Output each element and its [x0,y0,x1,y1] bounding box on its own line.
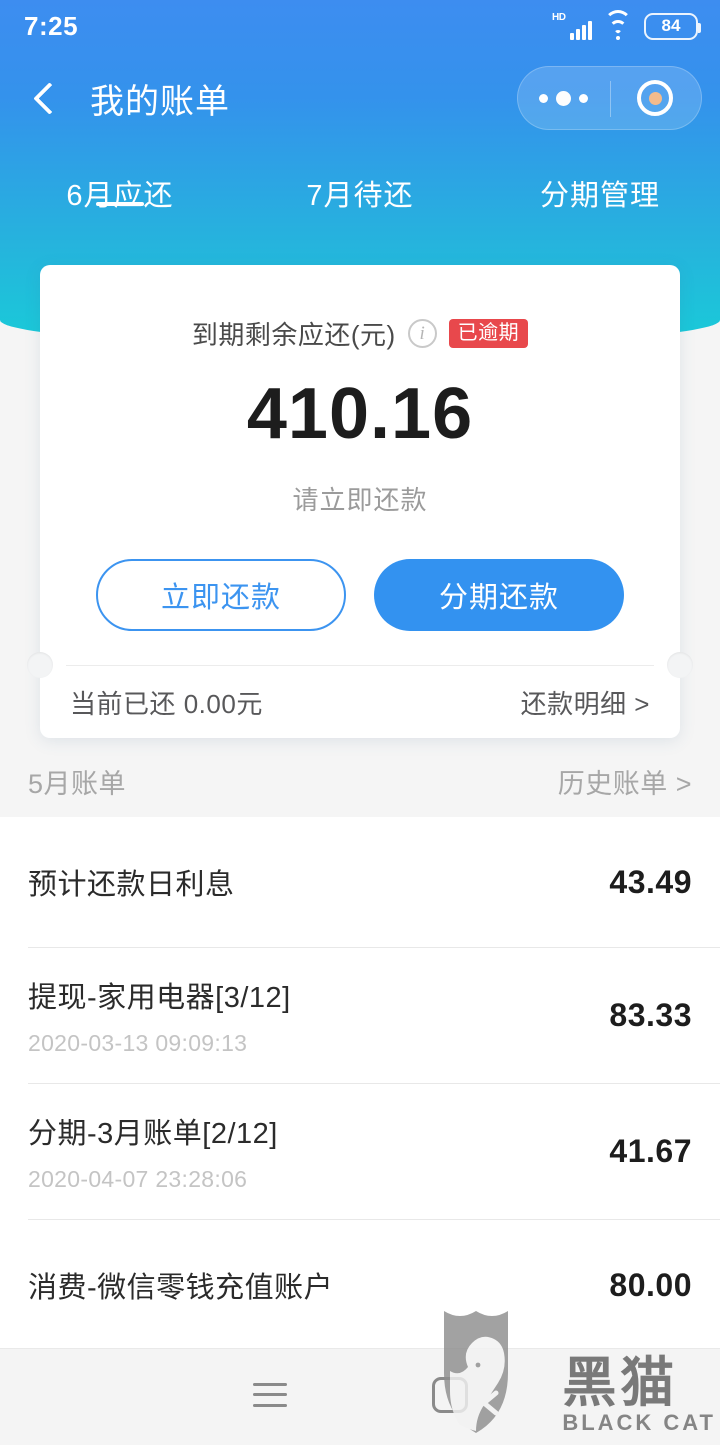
mini-program-target-icon [637,80,674,116]
amount-label-row: 到期剩余应还(元) i 已逾期 [40,315,680,352]
due-amount: 410.16 [246,374,474,454]
bill-section-header: 5月账单 历史账单 > [0,745,720,817]
bill-item-date: 2020-03-13 09:09:13 [28,1030,248,1056]
table-row[interactable]: 消费-微信零钱充值账户 80.00 [0,1220,720,1350]
close-mini-program-button[interactable] [610,80,702,116]
menu-icon [253,1382,287,1407]
more-dots-icon [539,90,589,106]
repaid-amount-text: 当前已还 0.00元 [70,688,263,719]
repayment-summary-card: 到期剩余应还(元) i 已逾期 410.16 请立即还款 立即还款 分期还款 当… [27,265,693,738]
hd-label: HD [552,11,566,23]
home-button[interactable] [360,1376,540,1413]
table-row[interactable]: 提现-家用电器[3/12] 2020-03-13 09:09:13 83.33 [0,948,720,1083]
table-row[interactable]: 预计还款日利息 43.49 [0,817,720,947]
more-dots-button[interactable] [518,90,610,106]
repay-now-button[interactable]: 立即还款 [96,559,346,631]
bill-item-amount: 41.67 [609,1133,692,1169]
tab-bar: 6月应还 7月待还 分期管理 [0,150,720,242]
tab-label: 分期管理 [539,180,660,212]
bill-item-date: 2020-04-07 23:28:06 [28,1166,248,1192]
bill-item-amount: 83.33 [609,997,692,1033]
tab-instalment-management[interactable]: 分期管理 [480,150,720,214]
status-badge: 已逾期 [448,319,529,348]
info-circle-icon[interactable]: i [407,319,437,348]
signal-icon: HD [552,11,592,40]
amount-label: 到期剩余应还(元) [191,320,396,350]
repayment-hint: 请立即还款 [292,485,428,515]
nav-bar: 我的账单 [0,52,720,144]
instalment-repay-button[interactable]: 分期还款 [374,559,624,631]
bill-item-title: 预计还款日利息 [28,869,235,901]
history-bills-link[interactable]: 历史账单 > [558,762,692,801]
bill-list: 预计还款日利息 43.49 提现-家用电器[3/12] 2020-03-13 0… [0,817,720,1440]
action-button-row: 立即还款 分期还款 [40,559,680,631]
capsule-divider [609,81,611,117]
tab-active-underline [96,202,144,206]
battery-level: 84 [661,16,681,35]
bill-item-title: 消费-微信零钱充值账户 [28,1272,334,1304]
mini-program-capsule[interactable] [517,66,702,130]
page-title: 我的账单 [90,82,230,121]
battery-icon: 84 [644,12,701,40]
ticket-notch-right [667,652,693,678]
repayment-detail-link[interactable]: 还款明细 > [521,684,650,721]
status-bar-icons: HD 84 [552,9,701,40]
tab-label: 6月应还 [66,180,174,212]
bill-item-amount: 43.49 [609,863,692,900]
card-footer: 当前已还 0.00元 还款明细 > [40,666,680,738]
bill-item-title: 分期-3月账单[2/12] [28,1118,278,1150]
system-navigation-bar [0,1348,720,1440]
status-bar: 7:25 HD 84 [0,0,720,52]
table-row[interactable]: 分期-3月账单[2/12] 2020-04-07 23:28:06 41.67 [0,1084,720,1219]
ticket-notch-left [27,652,53,678]
status-bar-clock: 7:25 [24,10,79,41]
bill-item-amount: 80.00 [609,1266,692,1303]
tab-label: 7月待还 [306,180,414,212]
tab-july-pending[interactable]: 7月待还 [240,150,480,214]
back-chevron-icon[interactable] [28,81,62,115]
bill-item-title: 提现-家用电器[3/12] [28,982,291,1014]
bill-section-title: 5月账单 [28,768,127,799]
tab-june-due[interactable]: 6月应还 [0,150,240,214]
summary-card-body: 到期剩余应还(元) i 已逾期 410.16 请立即还款 立即还款 分期还款 [40,265,680,665]
menu-button[interactable] [180,1382,360,1407]
home-square-icon [432,1376,468,1413]
wifi-icon [603,9,633,40]
